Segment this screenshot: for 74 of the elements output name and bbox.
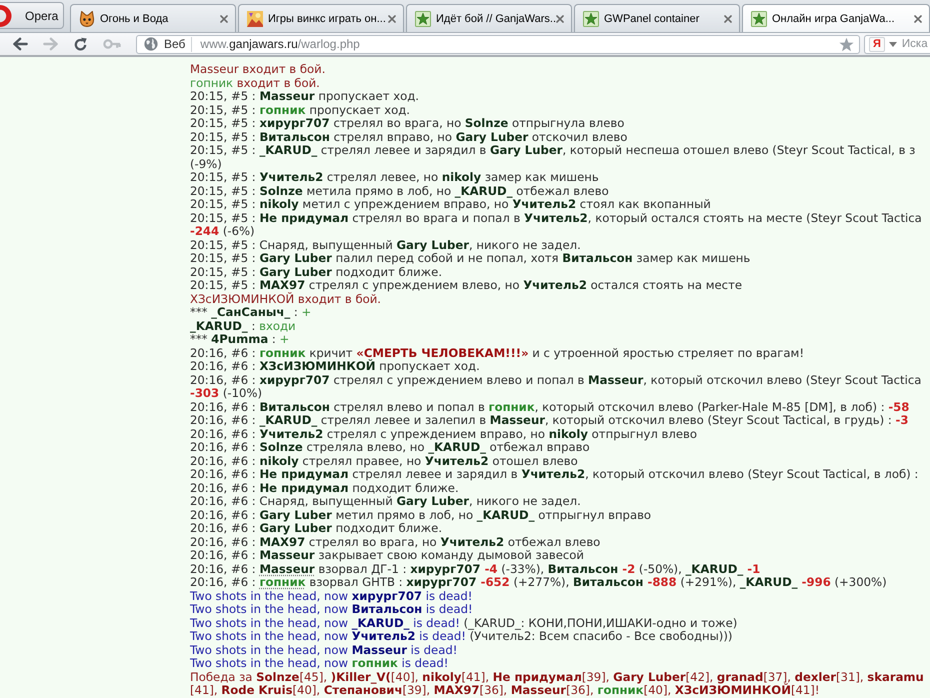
address-field[interactable]: Веб www.ganjawars.ru/warlog.php (136, 34, 860, 54)
browser-tab[interactable]: GWPanel container (574, 4, 740, 32)
log-line: 20:15, #5 : Учитель2 стрелял левее, но nikoly замер как мишень (190, 171, 599, 184)
log-line: 20:16, #6 : хирург707 стрелял с упреждением влево и попал в Masseur, который отскочил влево (Steyr Scout Tactica (190, 374, 922, 387)
log-line: 20:16, #6 : Masseur закрывает свою команду дымовой завесой (190, 549, 584, 562)
url-text[interactable]: www.ganjawars.ru/warlog.php (200, 37, 360, 51)
log-line: 20:16, #6 : гопник кричит «СМЕРТЬ ЧЕЛОВЕКАМ!!!» и с утроенной яростью стреляет по врагам! (190, 346, 804, 360)
close-icon[interactable] (388, 14, 396, 22)
log-line: *** _СанСаныч_ : + (190, 306, 312, 320)
back-arrow-icon[interactable] (13, 37, 28, 51)
log-line: 20:15, #5 : nikoly метил с упреждением вправо, но Учитель2 стоял как вкопанный (190, 198, 711, 212)
log-line: 20:15, #5 : Gary Luber палил перед собой и не попал, хотя Витальсон замер как мишень (190, 252, 750, 266)
search-engine-button[interactable]: Я (869, 36, 885, 52)
log-line: -303 (-10%) (190, 387, 262, 400)
log-line: Masseur входит в бой. (190, 63, 326, 76)
star-icon (415, 10, 431, 26)
log-line: 20:15, #5 : хирург707 стрелял во врага, но Solnze отпрыгнула влево (190, 117, 624, 130)
star-icon (583, 10, 599, 26)
globe-icon (144, 37, 158, 51)
log-line: Победа за Solnze[45], )Killer_V([40], nikoly[41], Не придумал[39], Gary Luber[42], granad[37], dexler[31], skaramu (190, 670, 924, 684)
log-line: 20:16, #6 : Gary Luber подходит ближе. (190, 522, 442, 536)
star-icon[interactable] (839, 36, 854, 52)
log-line: Two shots in the head, now хирург707 is dead! (190, 590, 472, 603)
log-line: 20:15, #5 : _KARUD_ стрелял левее и зарядил в Gary Luber, который неспеша отошел влево (Steyr Scout Tactical, в з (190, 144, 916, 158)
log-line: 20:16, #6 : Снаряд, выпущенный Gary Luber, никого не задел. (190, 495, 581, 508)
browser-tab[interactable]: Огонь и Вода (70, 4, 236, 32)
cat-face-icon (79, 10, 95, 26)
log-line: 20:15, #5 : Витальсон стрелял вправо, но Gary Luber отскочил влево (190, 130, 628, 144)
site-info-button[interactable]: Веб (164, 36, 192, 52)
close-icon[interactable] (220, 14, 228, 22)
log-line: 20:15, #5 : гопник пропускает ход. (190, 104, 410, 117)
log-line: Two shots in the head, now Витальсон is dead! (190, 603, 473, 616)
search-field[interactable]: Я Иска (864, 34, 930, 54)
log-line: 20:15, #5 : Masseur пропускает ход. (190, 90, 419, 104)
menu-button[interactable]: Opera (0, 2, 64, 29)
logo-icon (0, 4, 12, 28)
log-line: 20:15, #5 : Gary Luber подходит ближе. (190, 266, 442, 279)
log-line: 20:16, #6 : ХЗсИЗЮМИНКОЙ пропускает ход. (190, 360, 480, 374)
log-line: 20:15, #5 : Solnze метила прямо в лоб, но _KARUD_ отбежал влево (190, 184, 609, 198)
log-line: 20:16, #6 : Не придумал подходит ближе. (190, 482, 459, 495)
caret-icon[interactable] (888, 42, 897, 46)
log-line: *** 4Pumma : + (190, 333, 290, 346)
log-line: 20:15, #5 : Не придумал стрелял во врага и попал в Учитель2, который остался стоять на месте (Steyr Scout Tactica (190, 212, 922, 225)
log-line: ХЗсИЗЮМИНКОЙ входит в бой. (190, 292, 382, 306)
log-line: Two shots in the head, now _KARUD_ is dead! (_KARUD_: КОНИ,ПОНИ,ИШАКИ-одно и тоже) (190, 616, 738, 630)
log-line: Two shots in the head, now Учитель2 is dead! (Учитель2: Всем спасибо - Все свободны))) (190, 630, 732, 644)
log-line: 20:16, #6 : Gary Luber метил прямо в лоб, но _KARUD_ отпрыгнул вправо (190, 508, 652, 522)
log-line: 20:15, #5 : Снаряд, выпущенный Gary Luber, никого не задел. (190, 238, 581, 252)
close-icon[interactable] (724, 14, 732, 22)
log-line: Two shots in the head, now гопник is dead! (190, 657, 448, 670)
log-line: 20:16, #6 : Не придумал стрелял левее и зарядил в Учитель2, который отскочил влево (Steyr Scout Tactical, в лоб) : (190, 468, 918, 482)
log-line: _KARUD_ : входи (190, 320, 296, 333)
log-line: (-9%) (190, 158, 222, 171)
log-line: 20:16, #6 : _KARUD_ стрелял левее и залепил в Masseur, который отскочил влево (Steyr Scout Tactical, в грудь) : -3 (190, 414, 908, 428)
browser-tab[interactable]: Игры винкс играть он... (238, 4, 404, 32)
log-line: 20:16, #6 : Учитель2 стрелял с упреждением вправо, но nikoly отпрыгнул влево (190, 428, 697, 441)
browser-tab[interactable]: Идёт бой // GanjaWars... (406, 4, 572, 32)
log-line: -244 (-6%) (190, 225, 255, 238)
reload-icon[interactable] (73, 36, 88, 52)
close-icon[interactable] (914, 14, 922, 22)
log-line: [41], Rode Kruis[40], Степанович[39], MAX97[36], Masseur[36], гопник[40], ХЗсИЗЮМИНКОЙ[41]! (190, 684, 820, 698)
log-line: 20:15, #5 : MAX97 стрелял с упреждением влево, но Учитель2 остался стоять на месте (190, 279, 742, 292)
picture-icon (247, 10, 263, 26)
log-line: гопник входит в бой. (190, 76, 320, 90)
log-line: 20:16, #6 : Витальсон стрелял влево и попал в гопник, который отскочил влево (Parker-Hale M-85 [DM], в лоб) : -58 (190, 400, 910, 414)
log-line: 20:16, #6 : Solnze стреляла влево, но _KARUD_ отбежал вправо (190, 441, 590, 454)
browser-tab[interactable]: Онлайн игра GanjaWa... (742, 4, 930, 32)
log-line: 20:16, #6 : гопник взорвал GHTB : хирург707 -652 (+277%), Витальсон -888 (+291%), _KARUD_ -996 (+300%) (190, 576, 887, 590)
log-line: 20:16, #6 : Masseur взорвал ДГ-1 : хирург707 -4 (-33%), Витальсон -2 (-50%), _KARUD_ -1 (190, 562, 760, 576)
log-line: Two shots in the head, now Masseur is dead! (190, 644, 458, 657)
log-line: 20:16, #6 : MAX97 стрелял во врага, но Учитель2 отбежал влево (190, 536, 600, 549)
close-icon[interactable] (556, 14, 564, 22)
star-icon (751, 10, 767, 26)
log-line: 20:16, #6 : nikoly стрелял правее, но Учитель2 отошел влево (190, 454, 578, 468)
